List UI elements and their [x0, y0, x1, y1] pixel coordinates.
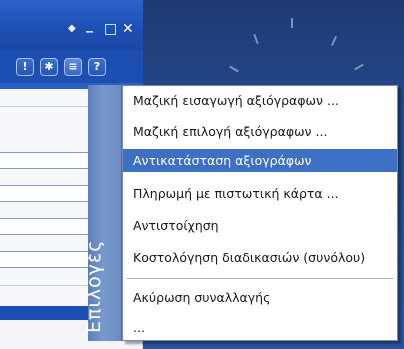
- menu-caption-strip: Επιλογές: [83, 85, 122, 341]
- decor-tick: [229, 65, 239, 73]
- options-menu: Μαζική εισαγωγή αξιόγραφων ... Μαζική επ…: [122, 85, 398, 341]
- menu-caption: Επιλογές: [82, 239, 105, 333]
- menu-item-replace-securities[interactable]: Αντικατάσταση αξιογράφων: [123, 149, 397, 172]
- form-field[interactable]: [0, 251, 95, 268]
- form-field[interactable]: [0, 218, 95, 235]
- screen: ◆ _ □ ✕ ! ✱ ≡ ? Επιλογές Μαζική εισαγωγή…: [0, 0, 404, 349]
- decor-tick: [291, 18, 293, 28]
- decor-tick: [354, 63, 364, 71]
- form-field[interactable]: [0, 152, 95, 169]
- decor-tick: [253, 33, 259, 45]
- divider: [0, 106, 95, 107]
- info-icon[interactable]: !: [16, 58, 34, 76]
- menu-item-cancel-transaction[interactable]: Ακύρωση συναλλαγής: [123, 286, 397, 309]
- menu-item-bulk-import[interactable]: Μαζική εισαγωγή αξιόγραφων ...: [123, 89, 397, 112]
- decor-tick: [330, 36, 338, 46]
- menu-icon[interactable]: ≡: [64, 58, 82, 76]
- maximize-button[interactable]: □: [104, 22, 117, 36]
- toolbar: ! ✱ ≡ ?: [0, 50, 143, 83]
- menu-item-bulk-select[interactable]: Μαζική επιλογή αξιόγραφων ...: [123, 120, 397, 143]
- menu-separator: [127, 278, 393, 279]
- minimize-button[interactable]: _: [86, 18, 93, 32]
- divider: [0, 285, 95, 286]
- form-field[interactable]: [0, 185, 95, 202]
- pin-icon[interactable]: ◆: [68, 22, 76, 36]
- gear-icon[interactable]: ✱: [40, 58, 58, 76]
- title-bar: ◆ _ □ ✕: [0, 0, 143, 50]
- menu-item-credit-card-payment[interactable]: Πληρωμή με πιστωτική κάρτα ...: [123, 182, 397, 205]
- menu-item-matching[interactable]: Αντιστοίχηση: [123, 214, 397, 237]
- menu-item-more[interactable]: ...: [123, 316, 397, 339]
- menu-item-process-costing[interactable]: Κοστολόγηση διαδικασιών (συνόλου): [123, 246, 397, 269]
- help-icon[interactable]: ?: [88, 58, 106, 76]
- close-button[interactable]: ✕: [122, 22, 134, 36]
